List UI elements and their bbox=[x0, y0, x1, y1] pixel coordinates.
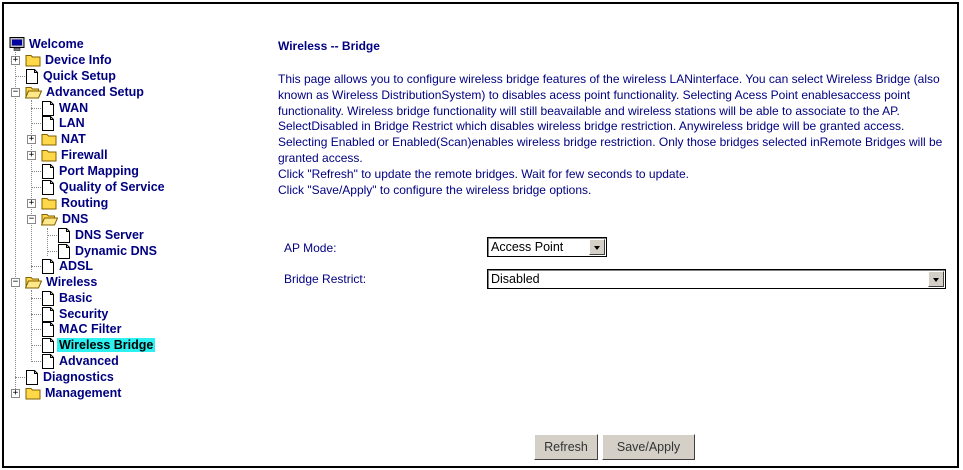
sidebar-item-diagnostics[interactable]: Diagnostics bbox=[15, 370, 116, 386]
folder-icon bbox=[41, 150, 57, 162]
folder-icon bbox=[25, 55, 41, 67]
page-icon bbox=[58, 228, 70, 243]
save-apply-button[interactable]: Save/Apply bbox=[602, 434, 695, 460]
sidebar-item-basic[interactable]: Basic bbox=[31, 291, 94, 307]
sidebar-item-dns-server[interactable]: DNS Server bbox=[47, 228, 146, 244]
sidebar-item-nat[interactable]: + NAT bbox=[27, 132, 88, 148]
open-folder-icon bbox=[25, 87, 42, 99]
collapse-icon[interactable]: − bbox=[27, 215, 36, 224]
sidebar-item-wireless-bridge[interactable]: Wireless Bridge bbox=[31, 338, 156, 354]
page-title: Wireless -- Bridge bbox=[278, 39, 380, 53]
sidebar-item-advanced-setup[interactable]: − Advanced Setup bbox=[11, 85, 146, 101]
sidebar-item-firewall[interactable]: + Firewall bbox=[27, 148, 110, 164]
expand-icon[interactable]: + bbox=[27, 135, 36, 144]
page-icon bbox=[26, 370, 38, 385]
sidebar-item-management[interactable]: + Management bbox=[11, 386, 123, 402]
bridge-restrict-value: Disabled bbox=[491, 272, 540, 286]
page-icon bbox=[42, 116, 54, 131]
refresh-instruction: Click "Refresh" to update the remote bri… bbox=[278, 166, 689, 181]
sidebar-item-quality-of-service[interactable]: Quality of Service bbox=[31, 180, 167, 196]
sidebar-item-advanced[interactable]: Advanced bbox=[31, 354, 121, 370]
page-icon bbox=[42, 338, 54, 353]
computer-icon bbox=[9, 37, 25, 51]
collapse-icon[interactable]: − bbox=[11, 88, 20, 97]
page-icon bbox=[42, 164, 54, 179]
description-paragraph: This page allows you to configure wirele… bbox=[278, 72, 943, 165]
folder-icon bbox=[41, 134, 57, 146]
page-icon bbox=[26, 69, 38, 84]
page-icon bbox=[42, 180, 54, 195]
bridge-restrict-label: Bridge Restrict: bbox=[284, 272, 367, 286]
page-description: This page allows you to configure wirele… bbox=[278, 72, 948, 198]
open-folder-icon bbox=[41, 214, 58, 226]
sidebar-item-dynamic-dns[interactable]: Dynamic DNS bbox=[47, 244, 159, 260]
expand-icon[interactable]: + bbox=[27, 199, 36, 208]
sidebar-item-welcome[interactable]: Welcome bbox=[9, 37, 86, 53]
sidebar-item-routing[interactable]: + Routing bbox=[27, 196, 110, 212]
sidebar-item-adsl[interactable]: ADSL bbox=[31, 259, 95, 275]
sidebar-item-lan[interactable]: LAN bbox=[31, 116, 87, 132]
sidebar-item-dns[interactable]: − DNS bbox=[27, 212, 90, 228]
collapse-icon[interactable]: − bbox=[11, 278, 20, 287]
tree-line bbox=[15, 52, 16, 395]
expand-icon[interactable]: + bbox=[11, 56, 20, 65]
page-icon bbox=[58, 244, 70, 259]
ap-mode-select[interactable]: Access Point bbox=[487, 237, 607, 257]
tree-line bbox=[31, 100, 32, 272]
folder-icon bbox=[25, 388, 41, 400]
page-icon bbox=[42, 291, 54, 306]
refresh-button[interactable]: Refresh bbox=[534, 434, 598, 460]
dropdown-arrow-icon[interactable] bbox=[928, 271, 944, 287]
sidebar-item-device-info[interactable]: + Device Info bbox=[11, 53, 114, 69]
expand-icon[interactable]: + bbox=[27, 151, 36, 160]
page-icon bbox=[42, 322, 54, 337]
page-icon bbox=[42, 101, 54, 116]
tree-line bbox=[31, 290, 32, 360]
sidebar-item-quick-setup[interactable]: Quick Setup bbox=[15, 69, 118, 85]
page-icon bbox=[42, 354, 54, 369]
sidebar-item-wan[interactable]: WAN bbox=[31, 101, 90, 117]
sidebar-item-mac-filter[interactable]: MAC Filter bbox=[31, 322, 124, 338]
sidebar-item-security[interactable]: Security bbox=[31, 307, 110, 323]
folder-icon bbox=[41, 198, 57, 210]
open-folder-icon bbox=[25, 277, 42, 289]
save-instruction: Click "Save/Apply" to configure the wire… bbox=[278, 182, 592, 197]
expand-icon[interactable]: + bbox=[11, 389, 20, 398]
dropdown-arrow-icon[interactable] bbox=[589, 239, 605, 255]
ap-mode-value: Access Point bbox=[491, 240, 564, 254]
sidebar-item-wireless[interactable]: − Wireless bbox=[11, 275, 99, 291]
page-icon bbox=[42, 307, 54, 322]
page-icon bbox=[42, 259, 54, 274]
bridge-restrict-select[interactable]: Disabled bbox=[487, 269, 946, 289]
ap-mode-label: AP Mode: bbox=[284, 241, 337, 255]
sidebar-item-port-mapping[interactable]: Port Mapping bbox=[31, 164, 141, 180]
